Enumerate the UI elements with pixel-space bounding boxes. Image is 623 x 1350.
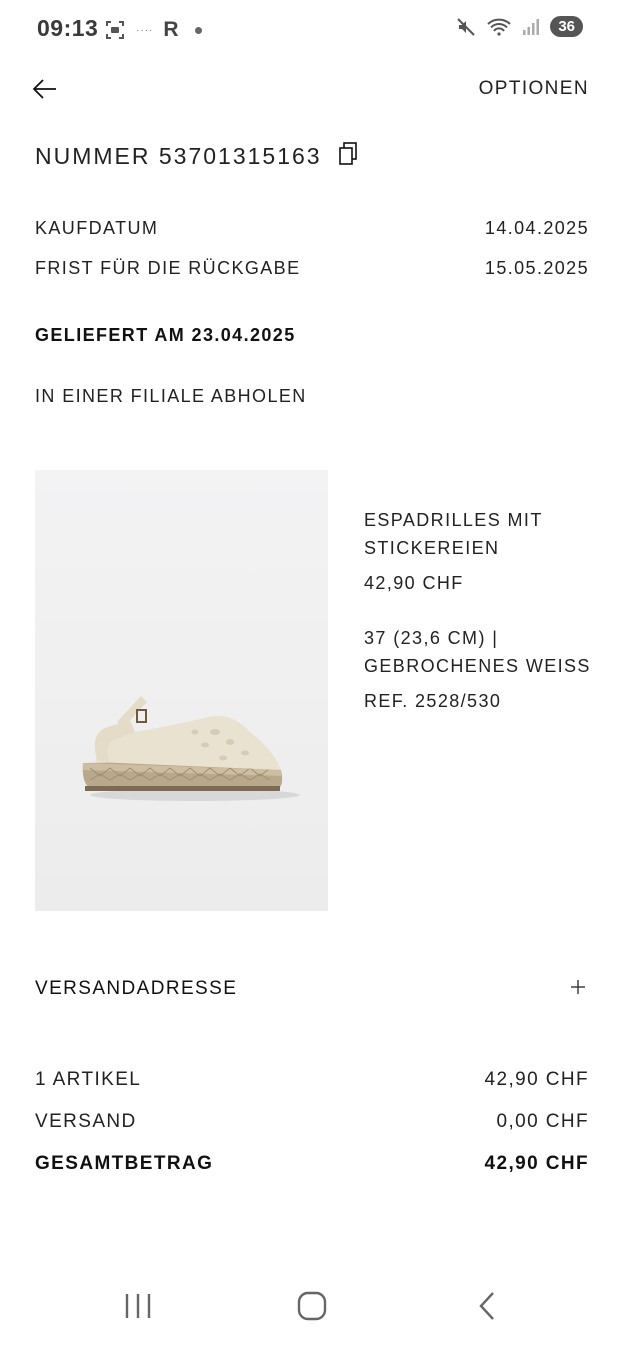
purchase-date-value: 14.04.2025 (484, 218, 589, 238)
system-navigation-bar (0, 1275, 623, 1335)
items-label: 1 ARTIKEL (35, 1069, 142, 1090)
recent-apps-icon (125, 1294, 151, 1318)
total-value: 42,90 CHF (484, 1153, 589, 1174)
shipping-label: VERSAND (35, 1111, 137, 1132)
product-reference: REF. 2528/530 (364, 691, 502, 711)
signal-icon (523, 18, 540, 35)
status-time: 09:13 (37, 15, 99, 41)
shipping-value: 0,00 CHF (496, 1111, 589, 1132)
product-image[interactable] (35, 470, 328, 911)
status-right-icons: 36 (456, 16, 583, 37)
plus-icon (570, 976, 586, 1003)
home-icon (297, 1291, 327, 1321)
return-deadline-value: 15.05.2025 (484, 258, 589, 278)
battery-indicator: 36 (550, 16, 583, 37)
copy-icon (339, 142, 357, 165)
dots-icon: ···· (136, 24, 154, 36)
delivery-status: GELIEFERT AM 23.04.2025 (35, 325, 296, 345)
nav-back-button[interactable] (474, 1289, 500, 1323)
shipping-address-label: VERSANDADRESSE (35, 978, 238, 999)
copy-button[interactable] (337, 141, 359, 167)
purchase-date-label: KAUFDATUM (35, 218, 159, 238)
options-button[interactable]: OPTIONEN (479, 78, 589, 100)
product-name-line2: STICKEREIEN (364, 538, 500, 558)
carrier-mark: R (163, 18, 179, 41)
pickup-method: IN EINER FILIALE ABHOLEN (35, 386, 307, 406)
wifi-icon (487, 18, 511, 36)
nav-back-icon (479, 1292, 494, 1320)
items-value: 42,90 CHF (484, 1069, 589, 1090)
back-button[interactable] (30, 74, 62, 104)
espadrille-image (35, 470, 328, 911)
status-left-icons: ···· R (104, 18, 202, 42)
shipping-address-row[interactable]: VERSANDADRESSE (35, 970, 590, 1006)
order-number: NUMMER 53701315163 (35, 143, 322, 169)
product-variant-line1: 37 (23,6 CM) | (364, 628, 499, 648)
notification-dot-icon (194, 26, 202, 34)
mute-icon (457, 17, 476, 36)
product-name-line1: ESPADRILLES MIT (364, 510, 543, 530)
home-button[interactable] (295, 1289, 329, 1323)
screenshot-icon (106, 21, 124, 39)
recent-apps-button[interactable] (120, 1289, 156, 1323)
back-arrow-icon (32, 79, 56, 99)
product-price: 42,90 CHF (364, 573, 464, 593)
total-label: GESAMTBETRAG (35, 1153, 214, 1174)
return-deadline-label: FRIST FÜR DIE RÜCKGABE (35, 258, 301, 278)
product-variant-line2: GEBROCHENES WEISS (364, 656, 591, 676)
